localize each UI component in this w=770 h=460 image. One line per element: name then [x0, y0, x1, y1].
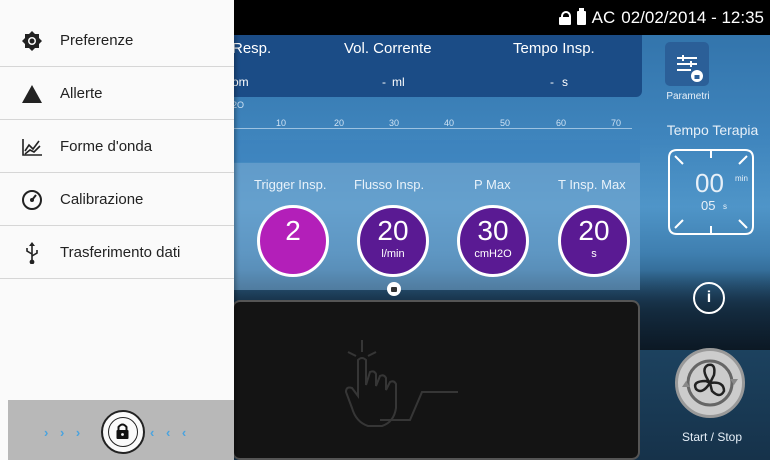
ruler-tick: 50: [500, 118, 511, 128]
ruler-tick: 10: [276, 118, 287, 128]
tempo-terapia-label: Tempo Terapia: [666, 122, 759, 138]
menu-label: Calibrazione: [60, 191, 144, 208]
menu-label: Preferenze: [60, 32, 134, 49]
lock-icon: [558, 11, 571, 25]
unlock-slider[interactable]: › › › ‹ ‹ ‹: [8, 400, 234, 460]
status-indicators: AC 02/02/2014 - 12:35: [558, 8, 764, 28]
unlock-handle[interactable]: [101, 410, 145, 454]
measurement-panel: Resp. Vol. Corrente Tempo Insp. om - ml …: [232, 35, 642, 97]
t-insp-max-unit: s: [591, 248, 597, 260]
sliders-icon: [677, 55, 703, 82]
flusso-insp-value: 20: [377, 215, 409, 246]
parameter-lock-icon[interactable]: [387, 282, 401, 296]
param-label-pmax: P Max: [474, 177, 511, 192]
ruler-tick: 40: [444, 118, 455, 128]
menu-item-forme-onda[interactable]: Forme d'onda: [0, 121, 234, 173]
touch-hint-icon: [344, 340, 458, 427]
battery-icon: [576, 8, 586, 25]
waveform-band: [232, 140, 640, 162]
header-resp: Resp.: [232, 40, 272, 57]
gauge-icon: [20, 188, 44, 212]
header-vol-corrente: Vol. Corrente: [344, 40, 432, 57]
timer-seconds-unit: s: [723, 202, 727, 211]
ruler-tick: 60: [556, 118, 567, 128]
value-resp-unit: om: [232, 75, 249, 89]
header-tempo-insp: Tempo Insp.: [513, 40, 595, 57]
warning-triangle-icon: [20, 82, 44, 106]
trigger-insp-button[interactable]: 2: [257, 205, 329, 277]
parametri-button[interactable]: [665, 42, 709, 86]
ruler-tick: 30: [389, 118, 400, 128]
p-max-value: 30: [477, 215, 509, 246]
p-max-unit: cmH2O: [474, 248, 512, 260]
trigger-insp-value: 2: [285, 215, 301, 246]
menu-label: Trasferimento dati: [60, 244, 181, 261]
lock-icon: [108, 417, 138, 447]
value-vol-unit: ml: [392, 75, 405, 89]
timer-seconds: 05: [701, 198, 716, 213]
param-label-flusso: Flusso Insp.: [354, 177, 425, 192]
menu-item-trasferimento[interactable]: Trasferimento dati: [0, 227, 234, 279]
parameters-panel: Trigger Insp. Flusso Insp. P Max T Insp.…: [232, 163, 640, 290]
usb-icon: [20, 241, 44, 265]
ruler-line: [232, 128, 632, 129]
navigation-drawer: Preferenze Allerte Forme d'onda Calibraz…: [0, 0, 234, 460]
parametri-label: Parametri: [666, 91, 710, 102]
waveform-icon: [20, 135, 44, 159]
timer-minutes: 00: [695, 168, 724, 198]
unlock-arrows-right: ‹ ‹ ‹: [150, 425, 191, 440]
t-insp-max-button[interactable]: 20 s: [558, 205, 630, 277]
menu-label: Forme d'onda: [60, 138, 153, 155]
start-stop-button[interactable]: [675, 348, 745, 418]
flusso-insp-button[interactable]: 20 l/min: [357, 205, 429, 277]
param-label-trigger: Trigger Insp.: [254, 177, 327, 192]
ventilation-mode: AC: [591, 8, 616, 27]
ruler-tick: 70: [611, 118, 622, 128]
value-vol-dash: -: [382, 75, 386, 89]
t-insp-max-value: 20: [578, 215, 610, 246]
menu-item-allerte[interactable]: Allerte: [0, 68, 234, 120]
menu-item-calibrazione[interactable]: Calibrazione: [0, 174, 234, 226]
p-max-button[interactable]: 30 cmH2O: [457, 205, 529, 277]
ruler-tick: 20: [334, 118, 345, 128]
value-tempo-dash: -: [550, 75, 554, 89]
menu-label: Allerte: [60, 85, 103, 102]
scale-ruler: 2O 10 20 30 40 50 60 70: [232, 100, 632, 129]
start-stop-label: Start / Stop: [681, 430, 743, 444]
value-tempo-unit: s: [562, 75, 568, 89]
menu-item-preferenze[interactable]: Preferenze: [0, 15, 234, 67]
therapy-timer: 00 min 05 s: [667, 148, 755, 236]
fan-icon: [682, 359, 738, 407]
info-icon[interactable]: i: [693, 282, 725, 314]
timer-minutes-unit: min: [735, 174, 748, 183]
settings-icon: [20, 29, 44, 53]
param-label-tinsp: T Insp. Max: [558, 177, 626, 192]
unlock-arrows-left: › › ›: [44, 425, 85, 440]
flusso-insp-unit: l/min: [381, 248, 405, 260]
datetime: 02/02/2014 - 12:35: [621, 8, 764, 27]
